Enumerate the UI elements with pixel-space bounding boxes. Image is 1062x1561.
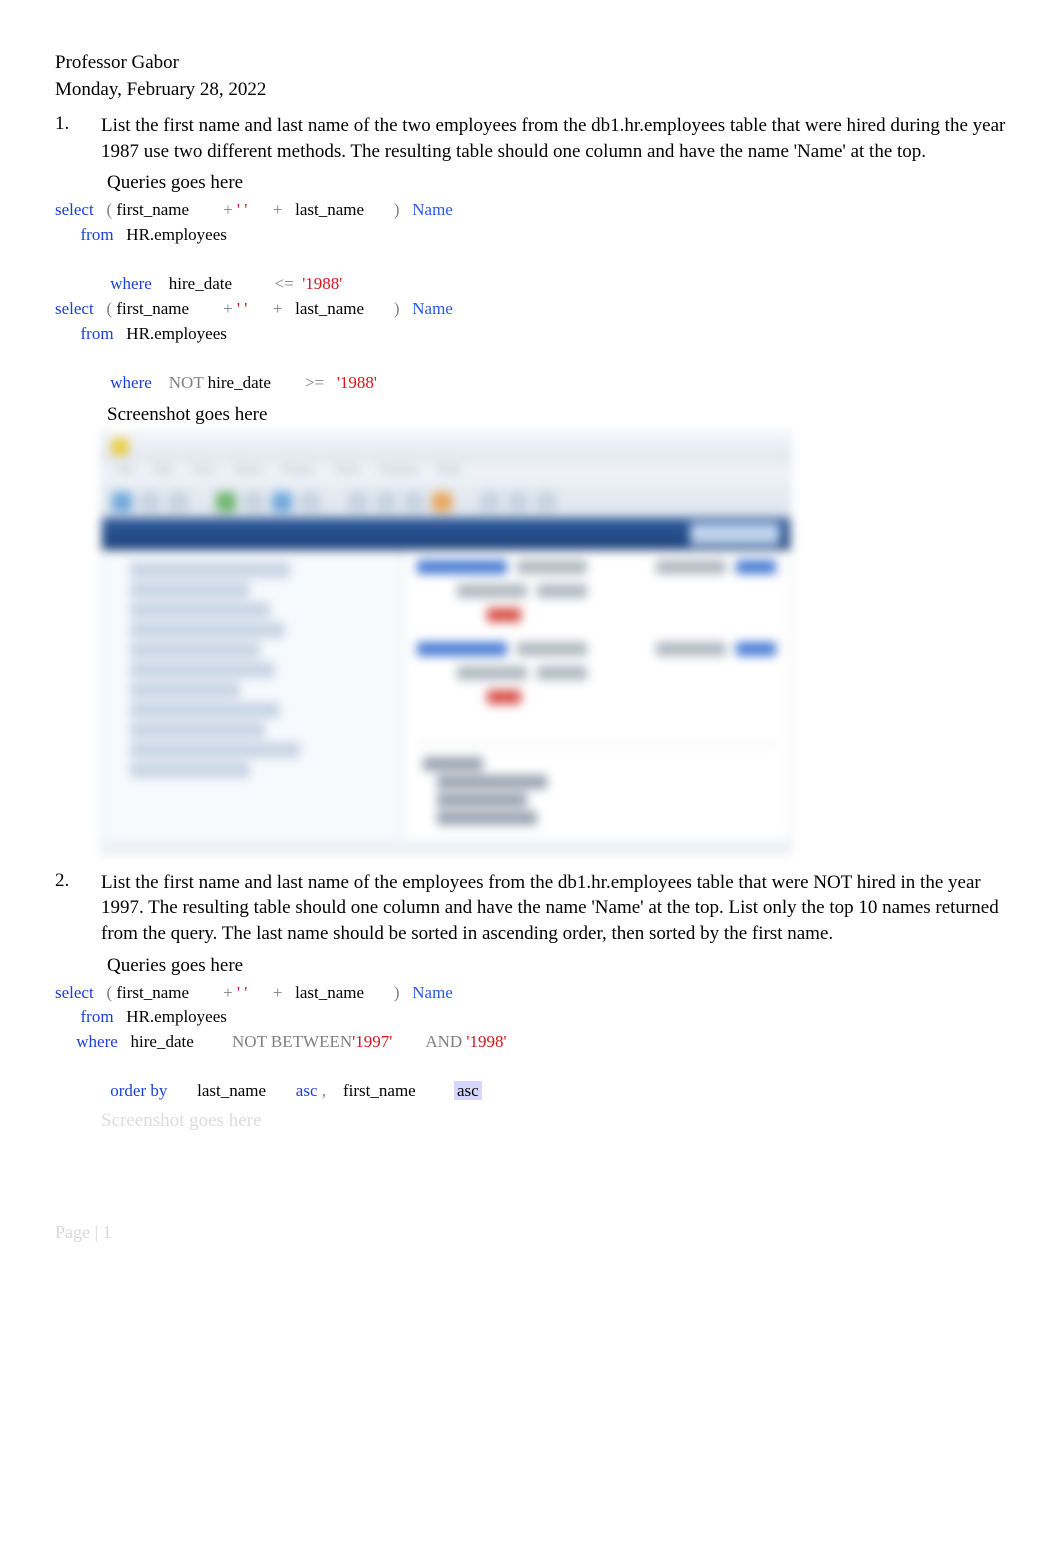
code-line xyxy=(55,248,1007,273)
code-line: select ( first_name + ' ' + last_name ) … xyxy=(55,198,1007,223)
code-line: where hire_date <= '1988' xyxy=(55,272,1007,297)
code-line: from HR.employees xyxy=(55,223,1007,248)
code-line: select ( first_name + ' ' + last_name ) … xyxy=(55,297,1007,322)
document-date: Monday, February 28, 2022 xyxy=(55,77,1007,104)
screenshot-label-faint: Screenshot goes here xyxy=(101,1110,1007,1132)
code-line xyxy=(55,1054,1007,1079)
professor-name: Professor Gabor xyxy=(55,50,1007,77)
question-text: List the first name and last name of the… xyxy=(101,113,1007,164)
question-1: 1. List the first name and last name of … xyxy=(55,113,1007,863)
question-body: List the first name and last name of the… xyxy=(101,113,1007,863)
screenshot-label: Screenshot goes here xyxy=(107,404,1007,426)
question-number: 2. xyxy=(55,870,101,892)
code-line: from HR.employees xyxy=(55,1005,1007,1030)
question-2: 2. List the first name and last name of … xyxy=(55,870,1007,1132)
embedded-screenshot: FileEditViewQueryProjectToolsWindowHelp xyxy=(101,432,791,854)
code-line: select ( first_name + ' ' + last_name ) … xyxy=(55,981,1007,1006)
questions-container: 1. List the first name and last name of … xyxy=(55,113,1007,1132)
code-line xyxy=(55,346,1007,371)
question-body: List the first name and last name of the… xyxy=(101,870,1007,1132)
question-text: List the first name and last name of the… xyxy=(101,870,1007,947)
code-line: order by last_name asc , first_name asc xyxy=(55,1079,1007,1104)
question-number: 1. xyxy=(55,113,101,135)
queries-label: Queries goes here xyxy=(107,172,1007,194)
code-line: from HR.employees xyxy=(55,322,1007,347)
queries-label: Queries goes here xyxy=(107,955,1007,977)
sql-code-block: select ( first_name + ' ' + last_name ) … xyxy=(55,981,1007,1104)
code-line: where NOT hire_date >= '1988' xyxy=(55,371,1007,396)
sql-code-block: select ( first_name + ' ' + last_name ) … xyxy=(55,198,1007,395)
code-line: where hire_date NOT BETWEEN'1997' AND '1… xyxy=(55,1030,1007,1055)
page-footer: Page | 1 xyxy=(55,1222,1007,1243)
